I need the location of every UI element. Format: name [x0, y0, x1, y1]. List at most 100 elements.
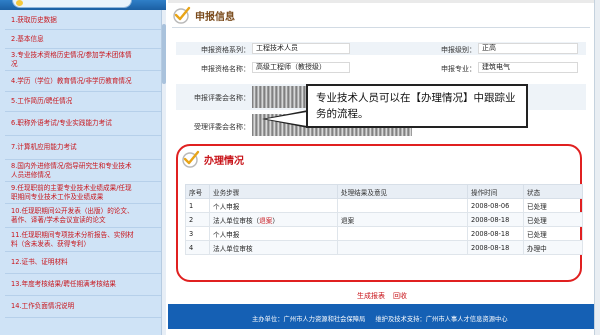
sidebar-item-history[interactable]: 1.获取历史数据 [5, 11, 161, 30]
column-header: 处理结果及意见 [337, 184, 468, 199]
cell-result [337, 240, 468, 255]
sidebar-item-label: 13.年度考核结果/聘任期满考核结果 [11, 280, 117, 288]
cell-time: 2008-08-06 [467, 198, 524, 213]
sidebar-item-label: 8.国内外进修情况/指导研究生和专业技术 [11, 161, 132, 170]
table-row: 3 个人申报 2008-08-18 已处理 [185, 226, 583, 241]
sidebar: 1.获取历史数据 2.基本信息 3.专业技术资格历史情况/参加学术团体情 况 4… [0, 0, 166, 335]
cell-no: 4 [185, 240, 210, 255]
processing-table: 序号 业务步骤 处理结果及意见 操作时间 状态 1 个人申报 2008-08-0… [185, 184, 583, 255]
section-title: 办理情况 [204, 155, 244, 167]
cell-step: 法人单位审核 [209, 240, 338, 255]
qual-level-value: 正高 [478, 43, 578, 54]
specialty-value: 建筑电气 [478, 62, 578, 73]
footer-host: 主办单位：广州市人力资源和社会保障局 [252, 316, 366, 323]
column-header: 状态 [523, 184, 583, 199]
sidebar-scrollbar[interactable] [161, 10, 166, 335]
sidebar-item-label: 12.证书、证明材料 [11, 258, 68, 266]
step-text: 法人单位审核（ [213, 216, 260, 225]
recall-link[interactable]: 回收 [393, 292, 407, 300]
divider [172, 27, 590, 28]
column-header: 业务步骤 [209, 184, 338, 199]
cell-step: 法人单位审核（退案） [209, 212, 338, 227]
processing-highlight-box: 办理情况 序号 业务步骤 处理结果及意见 操作时间 状态 1 个人申报 2008… [176, 144, 583, 282]
sidebar-item-label: 2.基本信息 [11, 34, 44, 43]
sidebar-item-qualification-history[interactable]: 3.专业技术资格历史情况/参加学术团体情 况 [5, 49, 161, 71]
sidebar-item-label: 料（含未发表、获得专利） [11, 239, 91, 248]
sidebar-item-label: 10.任现职期间公开发表（出版）的论文、 [11, 206, 134, 215]
cell-step: 个人申报 [209, 226, 338, 241]
sidebar-item-publications[interactable]: 10.任现职期间公开发表（出版）的论文、 著作、译著/学术会议宣读的论文 [5, 204, 161, 228]
sidebar-menu: 1.获取历史数据 2.基本信息 3.专业技术资格历史情况/参加学术团体情 况 4… [5, 11, 161, 318]
cell-time: 2008-08-18 [467, 212, 524, 227]
qual-name-label: 申报资格名称： [201, 65, 250, 73]
page-scrollbar[interactable] [594, 0, 600, 335]
sidebar-header [0, 0, 166, 10]
sidebar-item-label: 1.获取历史数据 [11, 15, 57, 24]
cell-no: 1 [185, 198, 210, 213]
review-committee-label: 申报评委会名称： [194, 94, 250, 102]
sidebar-scrollbar-thumb[interactable] [162, 24, 166, 84]
sidebar-item-label: 11.任现职期间专项技术分析报告、实例材 [11, 230, 134, 239]
sidebar-header-tab[interactable] [12, 0, 132, 8]
qual-series-value: 工程技术人员 [252, 43, 350, 54]
section-title: 申报信息 [195, 11, 235, 23]
sidebar-item-basic-info[interactable]: 2.基本信息 [5, 30, 161, 49]
checkmark-icon [182, 150, 200, 168]
table-header-row: 序号 业务步骤 处理结果及意见 操作时间 状态 [185, 184, 583, 199]
table-row: 4 法人单位审核 2008-08-18 办理中 [185, 240, 583, 255]
cell-time: 2008-08-18 [467, 240, 524, 255]
column-header: 操作时间 [467, 184, 524, 199]
sidebar-item-label: 人员进修情况 [11, 170, 51, 179]
sidebar-item-achievements[interactable]: 9.任现职前的主要专业技术业绩成果/任现 职期间专业技术工作及业绩成果 [5, 182, 161, 204]
sidebar-item-annual-review[interactable]: 13.年度考核结果/聘任期满考核结果 [5, 274, 161, 296]
cell-status: 已处理 [523, 226, 583, 241]
callout-pointer-fill [266, 112, 307, 126]
footer-support: 维护及技术支持：广州市人事人才信息资源中心 [375, 316, 508, 323]
step-note-link[interactable]: 退案 [259, 217, 272, 225]
sidebar-item-reports[interactable]: 11.任现职期间专项技术分析报告、实例材 料（含未发表、获得专利） [5, 228, 161, 252]
qual-level-label: 申报级别： [441, 46, 476, 54]
sidebar-item-label: 职期间专业技术工作及业绩成果 [11, 192, 104, 201]
section-processing-header: 办理情况 [181, 150, 244, 168]
generate-report-link[interactable]: 生成报表 [357, 292, 385, 300]
accept-committee-label: 受理评委会名称： [194, 123, 250, 131]
sidebar-item-training[interactable]: 8.国内外进修情况/指导研究生和专业技术 人员进修情况 [5, 160, 161, 182]
column-header: 序号 [185, 184, 210, 199]
sidebar-item-computer-exam[interactable]: 7.计算机应用能力考试 [5, 136, 161, 160]
cell-no: 2 [185, 212, 210, 227]
top-divider [168, 0, 594, 3]
folder-icon [16, 0, 23, 6]
cell-result [337, 226, 468, 241]
sidebar-item-label: 4.学历（学位）教育情况/非学历教育情况 [11, 76, 132, 85]
footer-actions: 生成报表 回收 [357, 291, 415, 301]
cell-result: 退案 [337, 212, 468, 227]
sidebar-item-label: 6.职称外语考试/专业实践能力考试 [11, 119, 112, 127]
sidebar-item-education[interactable]: 4.学历（学位）教育情况/非学历教育情况 [5, 71, 161, 92]
cell-status: 已处理 [523, 198, 583, 213]
sidebar-item-label: 著作、译著/学术会议宣读的论文 [11, 215, 106, 224]
section-declaration-header: 申报信息 [172, 6, 235, 24]
sidebar-item-certificates[interactable]: 12.证书、证明材料 [5, 252, 161, 274]
cell-time: 2008-08-18 [467, 226, 524, 241]
cell-result [337, 198, 468, 213]
cell-status: 已处理 [523, 212, 583, 227]
qual-name-value: 高级工程师（教授级） [252, 62, 350, 73]
sidebar-item-label: 9.任现职前的主要专业技术业绩成果/任现 [11, 183, 132, 192]
cell-no: 3 [185, 226, 210, 241]
annotation-callout: 专业技术人员可以在【办理情况】中跟踪业务的流程。 [306, 84, 528, 128]
checkmark-icon [173, 6, 191, 24]
sidebar-item-work-history[interactable]: 5.工作简历/聘任情况 [5, 92, 161, 112]
sidebar-item-label: 7.计算机应用能力考试 [11, 143, 77, 151]
qual-series-label: 申报资格系列： [201, 46, 250, 54]
cell-step: 个人申报 [209, 198, 338, 213]
sidebar-item-label: 14.工作负面情况说明 [11, 302, 75, 310]
step-text-end: ） [272, 216, 279, 225]
table-row: 2 法人单位审核（退案） 退案 2008-08-18 已处理 [185, 212, 583, 227]
table-row: 1 个人申报 2008-08-06 已处理 [185, 198, 583, 213]
sidebar-item-label: 况 [11, 59, 18, 68]
footer-text: 主办单位：广州市人力资源和社会保障局 维护及技术支持：广州市人事人才信息资源中心 [252, 314, 518, 323]
specialty-label: 申报专业： [441, 65, 476, 73]
sidebar-item-language-exam[interactable]: 6.职称外语考试/专业实践能力考试 [5, 112, 161, 136]
cell-status: 办理中 [523, 240, 583, 255]
sidebar-item-negative-notes[interactable]: 14.工作负面情况说明 [5, 296, 161, 318]
